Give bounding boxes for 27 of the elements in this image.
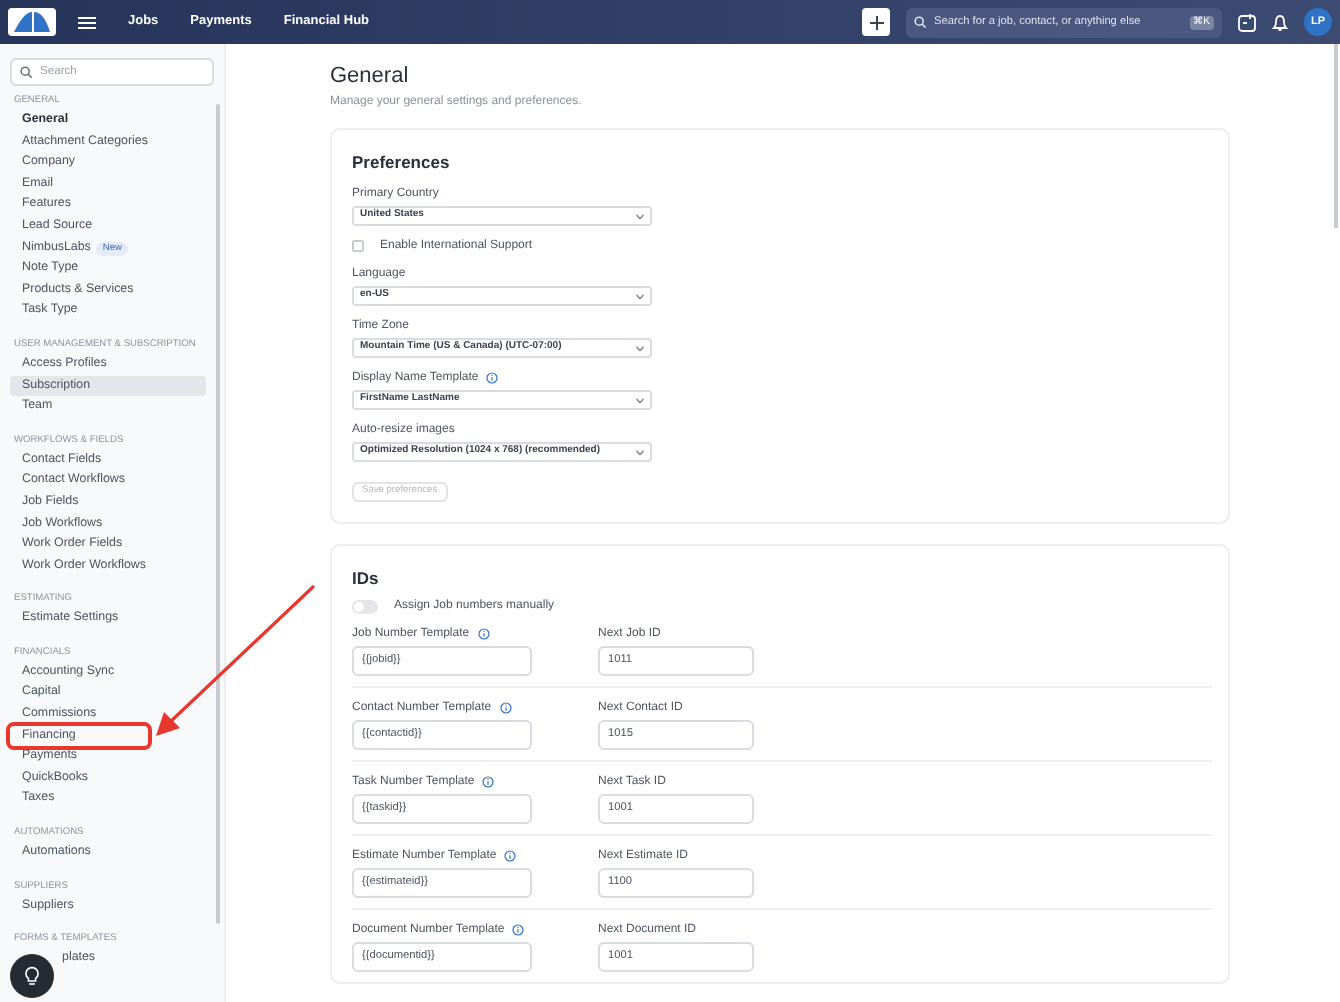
chevron-down-icon [636, 397, 644, 403]
info-icon [477, 628, 490, 640]
page-title: General [330, 62, 411, 90]
menu-icon[interactable] [78, 15, 96, 29]
add-button[interactable] [862, 8, 890, 36]
info-icon [486, 372, 499, 384]
lightbulb-icon [24, 966, 40, 986]
chevron-down-icon [636, 449, 644, 455]
calendar-icon[interactable] [1238, 13, 1256, 31]
toggle-switch[interactable] [352, 599, 378, 613]
search-icon [914, 16, 926, 28]
card-title: IDs [352, 566, 381, 590]
scrollbar[interactable] [216, 104, 220, 924]
info-icon [482, 776, 495, 788]
info-icon [504, 850, 517, 862]
bell-icon[interactable] [1272, 13, 1288, 31]
chevron-down-icon [636, 213, 644, 219]
info-icon [512, 924, 525, 936]
search-icon [20, 66, 32, 78]
chevron-down-icon [636, 345, 644, 351]
info-icon [499, 702, 512, 714]
plus-icon [869, 15, 883, 29]
checkbox[interactable] [352, 240, 364, 252]
scrollbar[interactable] [1334, 44, 1338, 228]
logo-icon [8, 8, 56, 36]
card-title: Preferences [352, 150, 452, 174]
chevron-down-icon [636, 293, 644, 299]
